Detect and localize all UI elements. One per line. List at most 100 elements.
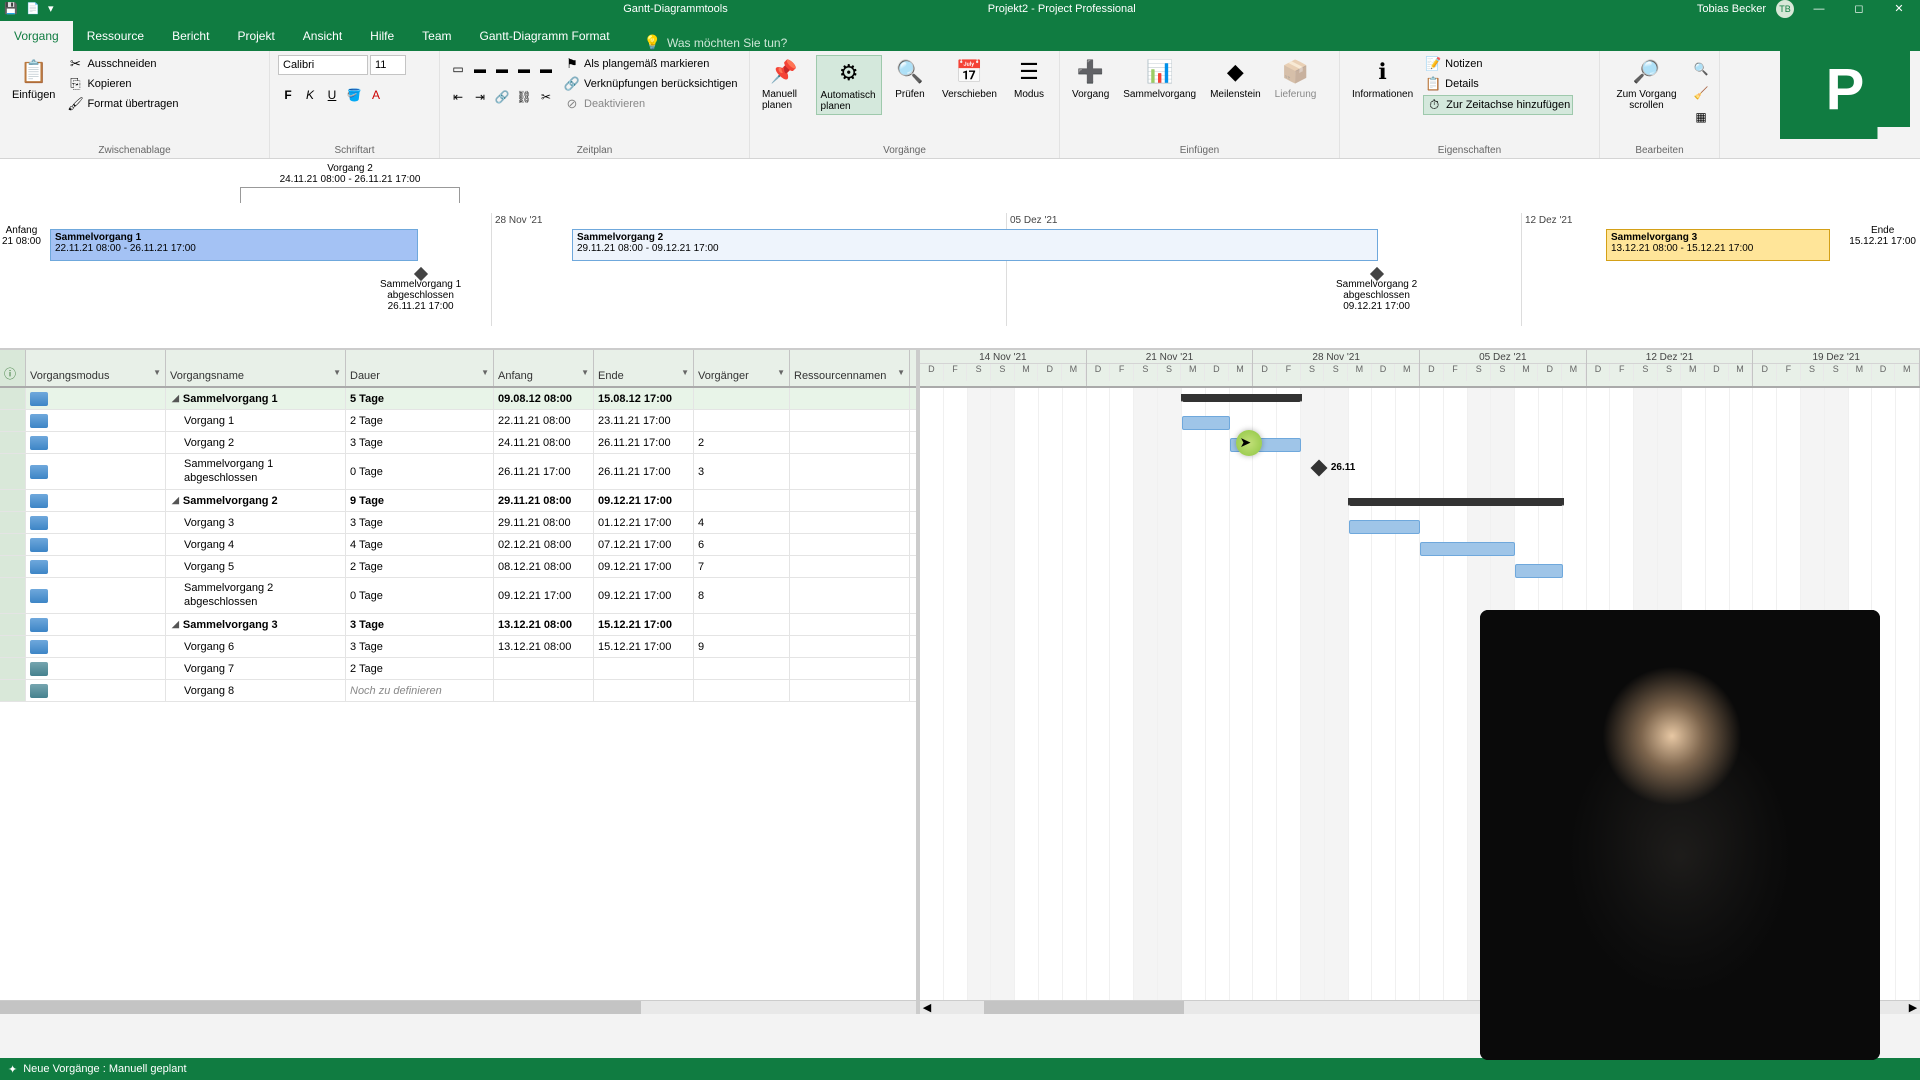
cell-name[interactable]: Vorgang 4	[166, 534, 346, 555]
gantt-summary-bar[interactable]	[1349, 498, 1563, 506]
cell-duration[interactable]: 9 Tage	[346, 490, 494, 511]
mode-button[interactable]: ☰Modus	[1007, 55, 1051, 102]
indent-button[interactable]: ⇥	[470, 87, 490, 107]
mark-on-track-button[interactable]: ⚑Als plangemäß markieren	[562, 55, 740, 73]
user-name[interactable]: Tobias Becker	[1697, 3, 1766, 15]
col-header-predecessors[interactable]: Vorgänger▼	[694, 350, 790, 386]
progress-75-button[interactable]: ▬	[514, 59, 534, 79]
font-name-input[interactable]	[278, 55, 368, 75]
respect-links-button[interactable]: 🔗Verknüpfungen berücksichtigen	[562, 75, 740, 93]
cell-resources[interactable]	[790, 512, 910, 533]
auto-schedule-button[interactable]: ⚙Automatisch planen	[816, 55, 882, 115]
cell-start[interactable]: 09.12.21 17:00	[494, 578, 594, 613]
cell-name[interactable]: Sammelvorgang 2 abgeschlossen	[166, 578, 346, 613]
progress-0-button[interactable]: ▭	[448, 59, 468, 79]
cell-info[interactable]	[0, 432, 26, 453]
table-row[interactable]: Vorgang 52 Tage08.12.21 08:0009.12.21 17…	[0, 556, 916, 578]
progress-25-button[interactable]: ▬	[470, 59, 490, 79]
cell-start[interactable]: 29.11.21 08:00	[494, 512, 594, 533]
outdent-button[interactable]: ⇤	[448, 87, 468, 107]
cell-mode[interactable]	[26, 410, 166, 431]
cell-end[interactable]: 15.12.21 17:00	[594, 636, 694, 657]
cell-end[interactable]	[594, 680, 694, 701]
cell-start[interactable]	[494, 658, 594, 679]
cell-start[interactable]: 29.11.21 08:00	[494, 490, 594, 511]
cell-start[interactable]: 26.11.21 17:00	[494, 454, 594, 489]
insert-milestone-button[interactable]: ◆Meilenstein	[1206, 55, 1265, 102]
cell-duration[interactable]: 5 Tage	[346, 388, 494, 409]
cell-predecessors[interactable]	[694, 658, 790, 679]
cell-info[interactable]	[0, 556, 26, 577]
tell-me-search[interactable]: 💡 Was möchten Sie tun?	[644, 34, 788, 51]
gantt-task-bar[interactable]	[1349, 520, 1420, 534]
table-row[interactable]: Vorgang 23 Tage24.11.21 08:0026.11.21 17…	[0, 432, 916, 454]
cell-start[interactable]: 13.12.21 08:00	[494, 636, 594, 657]
timeline-milestone-1[interactable]: Sammelvorgang 1 abgeschlossen 26.11.21 1…	[380, 269, 461, 312]
cell-resources[interactable]	[790, 556, 910, 577]
cell-mode[interactable]	[26, 512, 166, 533]
table-row[interactable]: Vorgang 8Noch zu definieren	[0, 680, 916, 702]
cell-end[interactable]: 09.12.21 17:00	[594, 490, 694, 511]
gantt-task-bar[interactable]	[1515, 564, 1563, 578]
cell-resources[interactable]	[790, 410, 910, 431]
cell-resources[interactable]	[790, 490, 910, 511]
cell-end[interactable]	[594, 658, 694, 679]
table-h-scrollbar[interactable]	[0, 1000, 916, 1014]
cell-resources[interactable]	[790, 388, 910, 409]
cell-start[interactable]: 08.12.21 08:00	[494, 556, 594, 577]
cell-end[interactable]: 26.11.21 17:00	[594, 454, 694, 489]
cell-info[interactable]	[0, 512, 26, 533]
cell-name[interactable]: ◢Sammelvorgang 1	[166, 388, 346, 409]
task-table[interactable]: ⓘ Vorgangsmodus▼ Vorgangsname▼ Dauer▼ An…	[0, 350, 920, 1014]
cell-predecessors[interactable]: 9	[694, 636, 790, 657]
cell-start[interactable]: 13.12.21 08:00	[494, 614, 594, 635]
tab-team[interactable]: Team	[408, 21, 465, 51]
cell-info[interactable]	[0, 680, 26, 701]
tab-hilfe[interactable]: Hilfe	[356, 21, 408, 51]
cell-end[interactable]: 07.12.21 17:00	[594, 534, 694, 555]
gantt-task-bar[interactable]	[1420, 542, 1515, 556]
cell-mode[interactable]	[26, 490, 166, 511]
tab-gantt-format[interactable]: Gantt-Diagramm Format	[466, 21, 624, 51]
scroll-to-task-button[interactable]: 🔎Zum Vorgang scrollen	[1608, 55, 1685, 113]
collapse-icon[interactable]: ◢	[172, 393, 179, 404]
cell-mode[interactable]	[26, 432, 166, 453]
tab-projekt[interactable]: Projekt	[223, 21, 288, 51]
cell-end[interactable]: 01.12.21 17:00	[594, 512, 694, 533]
collapse-icon[interactable]: ◢	[172, 495, 179, 506]
cell-info[interactable]	[0, 578, 26, 613]
cell-duration[interactable]: 2 Tage	[346, 658, 494, 679]
cell-info[interactable]	[0, 614, 26, 635]
cell-name[interactable]: Vorgang 5	[166, 556, 346, 577]
gantt-summary-bar[interactable]	[1182, 394, 1301, 402]
cell-resources[interactable]	[790, 578, 910, 613]
user-avatar[interactable]: TB	[1776, 0, 1794, 18]
cell-info[interactable]	[0, 490, 26, 511]
col-header-name[interactable]: Vorgangsname▼	[166, 350, 346, 386]
tab-ressource[interactable]: Ressource	[73, 21, 158, 51]
close-button[interactable]: ✕	[1884, 2, 1914, 15]
find-button[interactable]: 🔍	[1691, 59, 1711, 79]
cell-duration[interactable]: 4 Tage	[346, 534, 494, 555]
cell-predecessors[interactable]	[694, 490, 790, 511]
cell-duration[interactable]: Noch zu definieren	[346, 680, 494, 701]
table-row[interactable]: Sammelvorgang 2 abgeschlossen0 Tage09.12…	[0, 578, 916, 614]
cell-mode[interactable]	[26, 658, 166, 679]
collapse-icon[interactable]: ◢	[172, 619, 179, 630]
cell-end[interactable]: 23.11.21 17:00	[594, 410, 694, 431]
italic-button[interactable]: K	[300, 85, 320, 105]
cell-predecessors[interactable]: 4	[694, 512, 790, 533]
font-color-button[interactable]: A	[366, 85, 386, 105]
cell-name[interactable]: Vorgang 3	[166, 512, 346, 533]
notes-button[interactable]: 📝Notizen	[1423, 55, 1573, 73]
maximize-button[interactable]: ◻	[1844, 2, 1874, 15]
table-row[interactable]: ◢Sammelvorgang 15 Tage09.08.12 08:0015.0…	[0, 388, 916, 410]
cell-duration[interactable]: 3 Tage	[346, 432, 494, 453]
cell-predecessors[interactable]	[694, 410, 790, 431]
gantt-task-bar[interactable]	[1182, 416, 1230, 430]
cell-resources[interactable]	[790, 680, 910, 701]
details-button[interactable]: 📋Details	[1423, 75, 1573, 93]
cell-resources[interactable]	[790, 614, 910, 635]
cell-end[interactable]: 15.12.21 17:00	[594, 614, 694, 635]
cell-resources[interactable]	[790, 658, 910, 679]
